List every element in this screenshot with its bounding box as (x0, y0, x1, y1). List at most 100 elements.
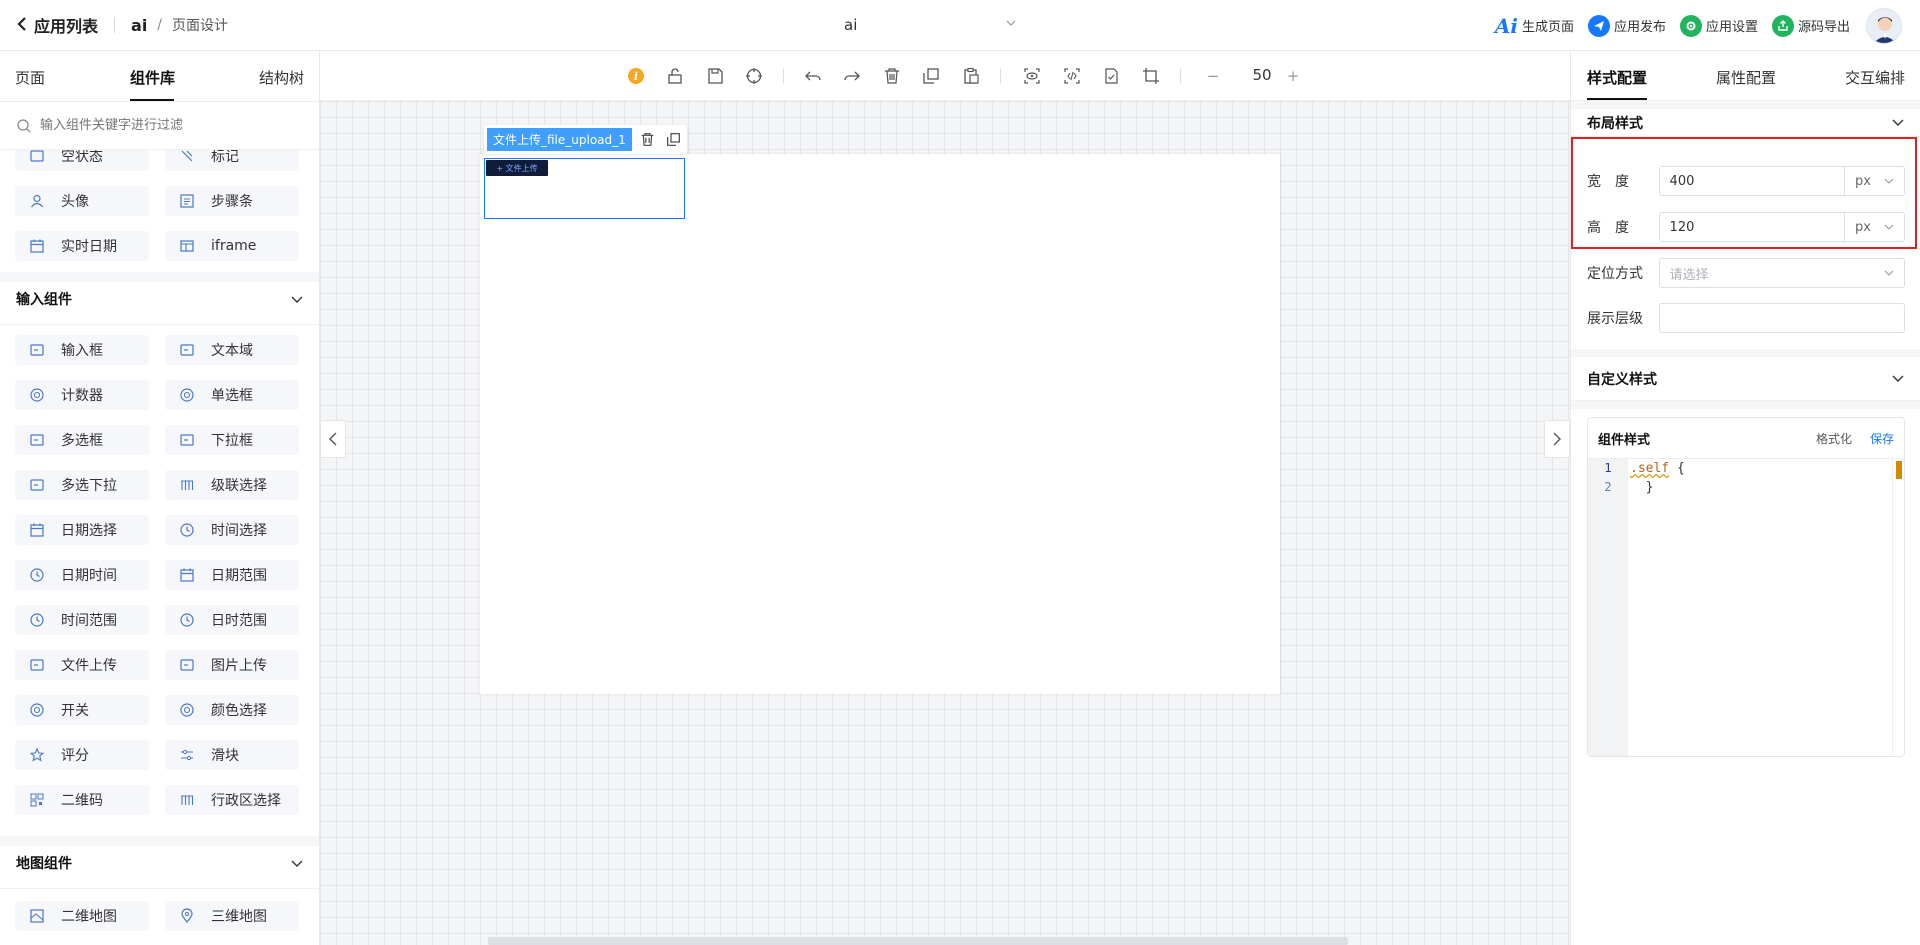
component-switch[interactable]: 开关 (15, 695, 149, 725)
save-style-button[interactable]: 保存 (1870, 430, 1894, 447)
publish-app-button[interactable]: 应用发布 (1587, 14, 1666, 37)
generate-page-button[interactable]: Ai 生成页面 (1495, 14, 1574, 38)
component-select[interactable]: 下拉框 (165, 425, 299, 455)
page-selector[interactable]: ai (810, 0, 1110, 51)
component-checkbox[interactable]: 多选框 (15, 425, 149, 455)
component-qrcode[interactable]: 二维码 (15, 785, 149, 815)
map-components-group-header[interactable]: 地图组件 (0, 838, 319, 888)
unlock-icon[interactable] (664, 65, 686, 87)
component-color-picker[interactable]: 颜色选择 (165, 695, 299, 725)
zoom-in-button[interactable]: + (1282, 65, 1304, 87)
component-label: 标记 (211, 150, 239, 165)
component-datetime-range[interactable]: 日时范围 (165, 605, 299, 635)
tab-structure-tree[interactable]: 结构树 (259, 67, 304, 88)
app-settings-button[interactable]: 应用设置 (1679, 14, 1758, 37)
toolbar-divider (1000, 68, 1001, 84)
position-select[interactable]: 请选择 (1658, 258, 1905, 288)
toolbar-divider (1180, 68, 1181, 84)
component-file-upload[interactable]: 文件上传 (15, 650, 149, 680)
component-realtime-date[interactable]: 实时日期 (15, 231, 149, 261)
layout-style-section-header[interactable]: 布局样式 (1571, 109, 1920, 137)
time-picker-icon (179, 522, 195, 538)
input-components-group-header[interactable]: 输入组件 (0, 274, 319, 324)
component-time-range[interactable]: 时间范围 (15, 605, 149, 635)
back-arrow-icon[interactable] (16, 16, 28, 35)
component-cascader[interactable]: 级联选择 (165, 470, 299, 500)
copy-icon[interactable] (920, 65, 942, 87)
zindex-input[interactable] (1658, 303, 1905, 333)
back-to-app-list-link[interactable]: 应用列表 (34, 13, 98, 37)
zoom-out-button[interactable]: − (1202, 65, 1224, 87)
component-iframe[interactable]: iframe (165, 231, 299, 261)
component-rate[interactable]: 评分 (15, 740, 149, 770)
css-code-editor[interactable]: 1 2 .self { } (1588, 458, 1904, 756)
unit-value: px (1855, 173, 1871, 189)
component-avatar[interactable]: 头像 (15, 186, 149, 216)
checklist-icon[interactable] (1100, 65, 1122, 87)
zindex-label: 展示层级 (1587, 311, 1643, 327)
component-row: 计数器 单选框 (0, 380, 319, 427)
component-label: 实时日期 (61, 239, 117, 255)
height-input[interactable]: 120 px (1658, 212, 1905, 242)
crop-icon[interactable] (1140, 65, 1162, 87)
component-textarea[interactable]: 文本域 (165, 335, 299, 365)
component-time-picker[interactable]: 时间选择 (165, 515, 299, 545)
component-date-picker[interactable]: 日期选择 (15, 515, 149, 545)
component-3d-map[interactable]: 三维地图 (165, 901, 299, 931)
component-datetime[interactable]: 日期时间 (15, 560, 149, 590)
component-style-editor-card: 组件样式 格式化 保存 1 2 .self { } (1587, 417, 1905, 757)
export-source-button[interactable]: 源码导出 (1771, 14, 1850, 37)
css-selector-token: .self (1630, 461, 1670, 476)
page-canvas[interactable] (480, 154, 1280, 694)
delete-icon[interactable] (881, 65, 903, 87)
width-input[interactable]: 400 px (1658, 166, 1905, 196)
tab-property-config[interactable]: 属性配置 (1716, 67, 1776, 88)
copy-icon[interactable] (664, 130, 684, 150)
format-button[interactable]: 格式化 (1816, 430, 1852, 447)
component-counter[interactable]: 计数器 (15, 380, 149, 410)
component-label: 评分 (61, 748, 89, 764)
component-empty-state[interactable]: 空状态 (15, 150, 149, 171)
horizontal-scrollbar[interactable] (488, 937, 1348, 945)
preview-icon[interactable] (1021, 65, 1043, 87)
collapse-left-panel-button[interactable] (320, 420, 346, 458)
component-slider[interactable]: 滑块 (165, 740, 299, 770)
component-library-panel: 页面 组件库 结构树 空状态 标记 头像 (0, 51, 320, 945)
undo-icon[interactable] (802, 65, 824, 87)
height-unit-select[interactable]: px (1844, 213, 1904, 241)
custom-style-section-header[interactable]: 自定义样式 (1571, 357, 1920, 401)
info-icon[interactable]: i (625, 65, 647, 87)
component-steps[interactable]: 步骤条 (165, 186, 299, 216)
component-region-select[interactable]: 行政区选择 (165, 785, 299, 815)
redo-icon[interactable] (841, 65, 863, 87)
app-name[interactable]: ai (131, 16, 147, 35)
component-image-upload[interactable]: 图片上传 (165, 650, 299, 680)
collapse-right-panel-button[interactable] (1544, 420, 1570, 458)
editor-scrollbar[interactable] (1892, 459, 1904, 756)
settings-gear-icon (1679, 14, 1702, 37)
file-upload-button[interactable]: + 文件上传 (486, 160, 548, 176)
component-label: 级联选择 (211, 478, 267, 494)
save-icon[interactable] (704, 65, 726, 87)
code-content[interactable]: .self { } (1628, 459, 1685, 497)
component-mark[interactable]: 标记 (165, 150, 299, 171)
component-date-range[interactable]: 日期范围 (165, 560, 299, 590)
user-avatar[interactable] (1866, 7, 1902, 44)
component-search-input[interactable] (40, 118, 300, 133)
tab-page[interactable]: 页面 (15, 67, 45, 88)
delete-icon[interactable] (638, 130, 658, 150)
selected-file-upload-component[interactable]: + 文件上传 (484, 158, 685, 219)
tab-interaction-config[interactable]: 交互编排 (1845, 67, 1905, 88)
component-radio[interactable]: 单选框 (165, 380, 299, 410)
component-2d-map[interactable]: 二维地图 (15, 901, 149, 931)
target-icon[interactable] (743, 65, 765, 87)
width-unit-select[interactable]: px (1844, 167, 1904, 195)
code-view-icon[interactable] (1061, 65, 1083, 87)
steps-icon (179, 193, 195, 209)
component-multi-select[interactable]: 多选下拉 (15, 470, 149, 500)
paste-icon[interactable] (960, 65, 982, 87)
tab-component-library[interactable]: 组件库 (130, 67, 175, 88)
tab-style-config[interactable]: 样式配置 (1587, 67, 1647, 88)
checkbox-icon (29, 432, 45, 448)
component-input[interactable]: 输入框 (15, 335, 149, 365)
